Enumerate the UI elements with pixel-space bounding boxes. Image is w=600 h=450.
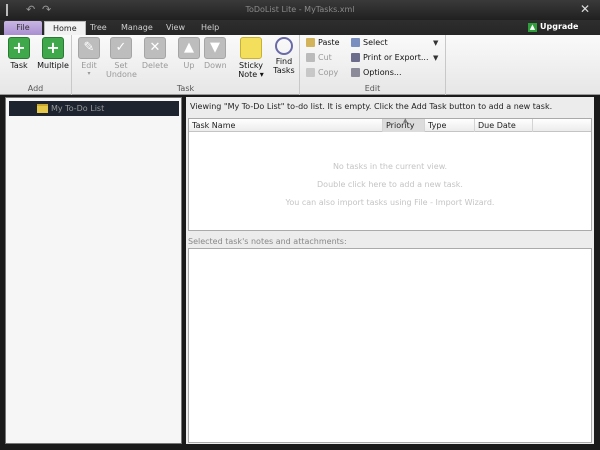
copy-icon [306, 68, 315, 77]
checkmark-icon: ✓ [110, 37, 132, 59]
paste-button[interactable]: Paste [306, 38, 340, 47]
copy-button[interactable]: Copy [306, 68, 338, 77]
close-icon[interactable]: ✕ [580, 2, 590, 16]
print-dropdown-icon[interactable]: ▼ [433, 54, 438, 62]
edit-dropdown-icon: ▾ [87, 70, 91, 77]
ribbon: + Task + Multiple Add ✎ Edit ▾ ✓ Set Und… [0, 35, 600, 95]
tree-item-my-todo-list[interactable]: My To-Do List [9, 101, 179, 116]
find-tasks-label-1: Find [275, 57, 293, 66]
set-undone-button[interactable]: ✓ Set Undone [106, 37, 137, 79]
find-tasks-label-2: Tasks [273, 66, 295, 75]
viewing-message: Viewing "My To-Do List" to-do list. It i… [190, 102, 553, 111]
tab-manage[interactable]: Manage [113, 21, 161, 35]
group-add-label: Add [27, 84, 44, 93]
notes-label: Selected task's notes and attachments: [188, 237, 347, 246]
sticky-note-label-2: Note ▾ [238, 70, 264, 79]
tab-help[interactable]: Help [193, 21, 227, 35]
print-export-button[interactable]: Print or Export... [351, 53, 429, 62]
upgrade-label: Upgrade [540, 22, 579, 31]
edit-label: Edit [81, 61, 97, 70]
tab-file[interactable]: File [4, 21, 42, 35]
set-undone-label-2: Undone [106, 70, 137, 79]
select-dropdown-icon[interactable]: ▼ [433, 39, 438, 47]
folder-icon [37, 104, 48, 113]
move-up-label: Up [183, 61, 195, 70]
sticky-note-label-1: Sticky [239, 61, 263, 70]
cut-button[interactable]: Cut [306, 53, 332, 62]
group-task: ✎ Edit ▾ ✓ Set Undone ✕ Delete ▲ Up ▼ Do… [72, 35, 300, 95]
group-edit-label: Edit [364, 84, 381, 93]
task-list[interactable]: Task Name Priority ▲ Type Due Date No ta… [188, 117, 592, 231]
empty-message-2: Double click here to add a new task. [317, 180, 463, 189]
copy-label: Copy [318, 68, 339, 77]
set-undone-label-1: Set [114, 61, 128, 70]
main-pane: Viewing "My To-Do List" to-do list. It i… [186, 97, 594, 444]
add-task-icon: + [8, 37, 30, 59]
delete-button[interactable]: ✕ Delete [140, 37, 170, 70]
window-title: ToDoList Lite - MyTasks.xml [245, 5, 355, 14]
add-multiple-icon: + [42, 37, 64, 59]
printer-icon [351, 53, 360, 62]
arrow-up-icon: ▲ [528, 23, 537, 32]
empty-message-1: No tasks in the current view. [332, 162, 448, 171]
tab-home[interactable]: Home [44, 21, 86, 35]
notes-area[interactable] [188, 248, 592, 443]
column-type[interactable]: Type [425, 119, 475, 132]
tab-view[interactable]: View [158, 21, 193, 35]
move-down-button[interactable]: ▼ Down [204, 37, 226, 70]
find-tasks-button[interactable]: Find Tasks [270, 37, 298, 75]
sort-ascending-icon: ▲ [403, 117, 408, 124]
column-task-name[interactable]: Task Name [189, 119, 383, 132]
tree-item-label: My To-Do List [51, 104, 105, 113]
arrow-down-icon: ▼ [204, 37, 226, 59]
select-icon [351, 38, 360, 47]
paste-label: Paste [318, 38, 340, 47]
move-down-label: Down [204, 61, 226, 70]
magnifier-icon [275, 37, 293, 55]
column-due-date[interactable]: Due Date [475, 119, 533, 132]
edit-button[interactable]: ✎ Edit ▾ [76, 37, 102, 77]
tree-pane: My To-Do List [5, 97, 182, 444]
print-export-label: Print or Export... [363, 53, 429, 62]
add-multiple-button[interactable]: + Multiple [36, 37, 70, 70]
options-button[interactable]: Options... [351, 68, 402, 77]
options-label: Options... [363, 68, 402, 77]
wrench-icon [351, 68, 360, 77]
group-edit: Paste Cut Copy Select ▼ Print or Export.… [300, 35, 446, 95]
empty-message-3: You can also import tasks using File - I… [285, 198, 495, 207]
edit-icon: ✎ [78, 37, 100, 59]
group-task-label: Task [176, 84, 195, 93]
cut-label: Cut [318, 53, 332, 62]
arrow-up-icon: ▲ [178, 37, 200, 59]
scissors-icon [306, 53, 315, 62]
select-label: Select [363, 38, 388, 47]
title-bar: ↶ ↷ ToDoList Lite - MyTasks.xml ✕ [0, 0, 600, 20]
add-multiple-label: Multiple [37, 61, 69, 70]
delete-icon: ✕ [144, 37, 166, 59]
upgrade-button[interactable]: ▲ Upgrade [528, 22, 578, 32]
sticky-note-button[interactable]: Sticky Note ▾ [234, 37, 268, 79]
add-task-label: Task [10, 61, 28, 70]
tab-tree[interactable]: Tree [82, 21, 115, 35]
add-task-button[interactable]: + Task [6, 37, 32, 70]
delete-label: Delete [141, 61, 169, 70]
sticky-note-icon [240, 37, 262, 59]
task-list-header: Task Name Priority ▲ Type Due Date [189, 117, 591, 132]
select-button[interactable]: Select [351, 38, 388, 47]
clipboard-icon [306, 38, 315, 47]
ribbon-tabs: File Home Tree Manage View Help [0, 20, 600, 35]
move-up-button[interactable]: ▲ Up [176, 37, 202, 70]
group-add: + Task + Multiple Add [0, 35, 72, 95]
